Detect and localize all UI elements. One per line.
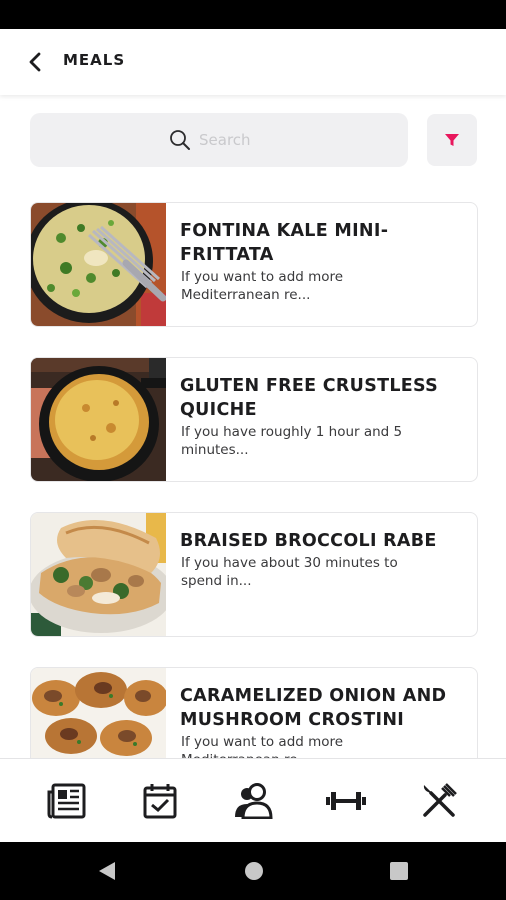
- chevron-left-icon: [29, 52, 41, 72]
- page-title: MEALS: [63, 51, 126, 69]
- newspaper-icon: [47, 783, 86, 818]
- meal-image: [31, 668, 166, 758]
- back-triangle-icon: [99, 862, 115, 880]
- meal-card[interactable]: BRAISED BROCCOLI RABE If you have about …: [30, 512, 478, 637]
- meal-title: FONTINA KALE MINI-FRITTATA: [180, 221, 389, 265]
- system-nav-bar: [0, 842, 506, 900]
- meal-image: [31, 358, 166, 481]
- meal-title: CARAMELIZED ONION AND MUSHROOM CROSTINI: [180, 686, 447, 730]
- status-bar: [0, 0, 506, 29]
- recents-square-icon: [390, 862, 408, 880]
- system-home-button[interactable]: [242, 859, 266, 883]
- search-bar[interactable]: [30, 113, 408, 167]
- meal-description: If you want to add more Mediterranean re…: [181, 269, 344, 303]
- nav-meals[interactable]: [415, 777, 463, 825]
- meal-list: FONTINA KALE MINI-FRITTATA If you want t…: [30, 202, 478, 758]
- meal-card[interactable]: FONTINA KALE MINI-FRITTATA If you want t…: [30, 202, 478, 327]
- meal-image: [31, 513, 166, 636]
- meal-description: If you have about 30 minutes to spend in…: [181, 555, 398, 589]
- filter-icon: [445, 134, 459, 146]
- meal-card[interactable]: CARAMELIZED ONION AND MUSHROOM CROSTINI …: [30, 667, 478, 758]
- meal-image: [31, 203, 166, 326]
- back-button[interactable]: [22, 49, 48, 75]
- meal-description: If you have roughly 1 hour and 5 minutes…: [181, 424, 403, 458]
- meal-card[interactable]: GLUTEN FREE CRUSTLESS QUICHE If you have…: [30, 357, 478, 482]
- home-circle-icon: [245, 862, 263, 880]
- nav-workouts[interactable]: [322, 777, 370, 825]
- system-recents-button[interactable]: [387, 859, 411, 883]
- meal-description: If you want to add more Mediterranean re…: [181, 734, 344, 758]
- calendar-check-icon: [143, 783, 177, 818]
- dumbbell-icon: [326, 791, 367, 810]
- filter-button[interactable]: [427, 114, 477, 166]
- meal-title: BRAISED BROCCOLI RABE: [180, 531, 437, 551]
- nav-news[interactable]: [43, 777, 91, 825]
- search-icon: [170, 130, 190, 150]
- users-icon: [234, 782, 273, 819]
- nav-community[interactable]: [229, 777, 277, 825]
- nav-plan[interactable]: [136, 777, 184, 825]
- fork-knife-icon: [423, 782, 458, 817]
- app-bar: MEALS: [0, 29, 506, 95]
- search-input[interactable]: [199, 131, 269, 149]
- system-back-button[interactable]: [95, 859, 119, 883]
- meal-title: GLUTEN FREE CRUSTLESS QUICHE: [180, 376, 439, 420]
- bottom-nav: [0, 758, 506, 842]
